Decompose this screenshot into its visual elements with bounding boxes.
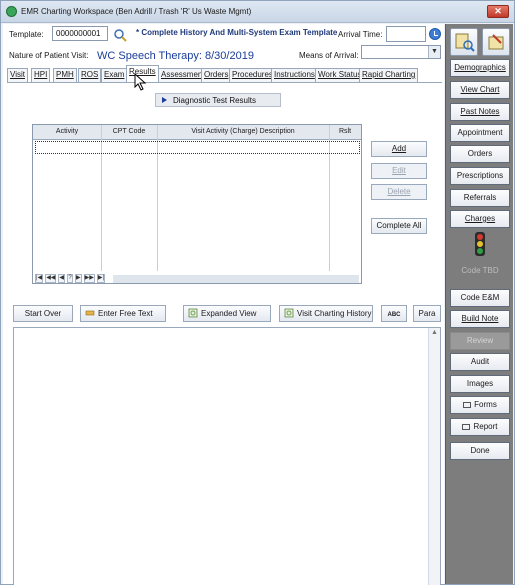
record-info-button[interactable]: ? <box>67 274 74 283</box>
tab-procedures[interactable]: Procedures <box>229 68 276 82</box>
spell-check-button[interactable]: ABC <box>381 305 407 322</box>
expanded-view-label: Expanded View <box>201 309 257 318</box>
expand-arrow-icon <box>162 97 167 103</box>
nature-of-visit-value: WC Speech Therapy: 8/30/2019 <box>97 50 254 62</box>
tab-visit[interactable]: Visit <box>7 68 28 82</box>
visit-charting-history-button[interactable]: Visit Charting History <box>279 305 373 322</box>
sign-note-button[interactable] <box>482 28 510 56</box>
expand-view-icon <box>188 308 198 318</box>
prev-page-button[interactable]: ◀◀ <box>45 274 57 283</box>
enter-free-text-label: Enter Free Text <box>98 309 153 318</box>
report-button[interactable]: Report <box>450 418 510 436</box>
emr-charting-window: EMR Charting Workspace (Ben Adrill / Tra… <box>0 0 515 585</box>
right-action-panel: Demographics View Chart Past Notes Appoi… <box>445 24 513 584</box>
delete-button[interactable]: Delete <box>371 184 427 200</box>
diagnostic-test-results-label: Diagnostic Test Results <box>173 96 256 105</box>
tab-ros[interactable]: ROS <box>78 68 102 82</box>
means-of-arrival-select[interactable]: ▼ <box>361 45 441 59</box>
past-notes-button[interactable]: Past Notes <box>450 103 510 121</box>
traffic-light-icon <box>475 232 485 256</box>
patient-lookup-button[interactable] <box>450 28 478 56</box>
tab-rapid-charting[interactable]: Rapid Charting <box>359 68 419 82</box>
clock-icon[interactable] <box>429 28 441 40</box>
prescriptions-button[interactable]: Prescriptions <box>450 167 510 185</box>
code-em-button[interactable]: Code E&M <box>450 289 510 307</box>
app-icon <box>6 6 17 17</box>
scroll-up-icon[interactable]: ▲ <box>431 329 438 336</box>
start-over-button[interactable]: Start Over <box>13 305 73 322</box>
images-button[interactable]: Images <box>450 375 510 393</box>
means-of-arrival-label: Means of Arrival: <box>299 51 359 60</box>
referrals-button[interactable]: Referrals <box>450 189 510 207</box>
demographics-button[interactable]: Demographics <box>450 59 510 77</box>
grid-header: Activity CPT Code Visit Activity (Charge… <box>33 125 361 140</box>
template-label: Template: <box>9 30 44 39</box>
arrival-time-label: Arrival Time: <box>338 30 383 39</box>
last-record-button[interactable]: ▶| <box>96 274 106 283</box>
build-note-button[interactable]: Build Note <box>450 310 510 328</box>
history-search-icon <box>284 308 294 318</box>
pencil-icon <box>85 310 95 316</box>
column-header-activity[interactable]: Activity <box>33 128 101 135</box>
para-button[interactable]: Para <box>413 305 441 322</box>
tab-orders[interactable]: Orders <box>201 68 232 82</box>
search-icon[interactable] <box>113 28 127 42</box>
view-chart-button[interactable]: View Chart <box>450 81 510 99</box>
next-page-button[interactable]: ▶▶ <box>83 274 95 283</box>
done-button[interactable]: Done <box>450 442 510 460</box>
visit-charting-history-label: Visit Charting History <box>297 309 372 318</box>
sign-document-icon <box>488 34 504 50</box>
window-title: EMR Charting Workspace (Ben Adrill / Tra… <box>21 7 252 16</box>
note-text-area[interactable]: ▲ ▼ <box>13 327 441 585</box>
column-header-result[interactable]: Rslt <box>329 128 361 135</box>
complete-all-button[interactable]: Complete All <box>371 218 427 234</box>
mouse-cursor-icon <box>134 73 147 91</box>
diagnostic-test-results-toggle[interactable]: Diagnostic Test Results <box>155 93 281 107</box>
tab-hpi[interactable]: HPI <box>31 68 51 82</box>
enter-free-text-button[interactable]: Enter Free Text <box>80 305 166 322</box>
tab-pmh[interactable]: PMH <box>53 68 77 82</box>
report-label: Report <box>473 422 498 431</box>
chevron-down-icon[interactable]: ▼ <box>428 46 440 58</box>
prev-record-button[interactable]: ◀ <box>58 274 66 283</box>
visit-activity-grid: Activity CPT Code Visit Activity (Charge… <box>32 124 362 284</box>
expanded-view-button[interactable]: Expanded View <box>183 305 271 322</box>
orders-button[interactable]: Orders <box>450 145 510 163</box>
table-row[interactable] <box>35 141 360 154</box>
template-input[interactable]: 0000000001 <box>52 26 108 41</box>
patient-lookup-icon <box>455 33 475 52</box>
main-content: Template: 0000000001 * Complete History … <box>3 24 444 585</box>
review-button[interactable]: Review <box>450 332 510 350</box>
column-header-description[interactable]: Visit Activity (Charge) Description <box>157 128 329 135</box>
close-button[interactable]: ✕ <box>487 5 509 18</box>
printer-icon <box>462 424 471 430</box>
template-name: * Complete History And Multi-System Exam… <box>136 28 338 37</box>
appointment-button[interactable]: Appointment <box>450 124 510 142</box>
nature-of-visit-label: Nature of Patient Visit: <box>9 51 89 60</box>
grid-horizontal-scrollbar[interactable] <box>113 275 359 283</box>
spell-check-icon: ABC <box>387 312 401 318</box>
text-area-scrollbar[interactable]: ▲ ▼ <box>428 328 440 585</box>
add-button[interactable]: Add <box>371 141 427 157</box>
tab-exam[interactable]: Exam <box>101 68 128 82</box>
audit-button[interactable]: Audit <box>450 353 510 371</box>
grid-navigator: |◀ ◀◀ ◀? ▶ ▶▶ ▶| <box>35 274 107 283</box>
title-bar: EMR Charting Workspace (Ben Adrill / Tra… <box>1 1 514 23</box>
printer-icon <box>463 402 472 408</box>
forms-label: Forms <box>474 400 497 409</box>
next-record-button[interactable]: ▶ <box>75 274 82 283</box>
charges-button[interactable]: Charges <box>450 210 510 228</box>
arrival-time-input[interactable] <box>386 26 426 42</box>
column-header-cpt-code[interactable]: CPT Code <box>101 128 157 135</box>
tab-work-status[interactable]: Work Status <box>315 68 365 82</box>
first-record-button[interactable]: |◀ <box>35 274 44 283</box>
code-tbd-status: Code TBD <box>461 266 499 275</box>
tab-divider <box>7 82 442 83</box>
tab-instructions[interactable]: Instructions <box>271 68 318 82</box>
edit-button[interactable]: Edit <box>371 163 427 179</box>
forms-button[interactable]: Forms <box>450 396 510 414</box>
